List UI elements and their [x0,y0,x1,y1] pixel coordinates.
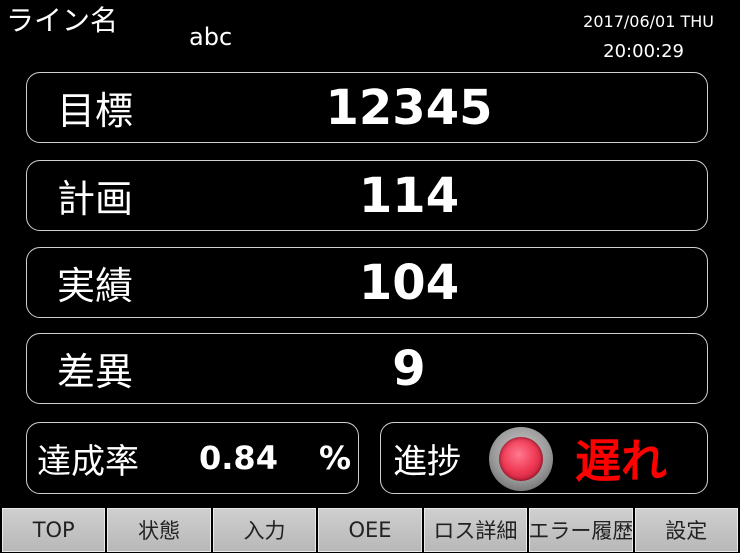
achievement-rate-panel: 達成率 0.84 % [26,422,359,494]
plan-value: 114 [358,167,460,224]
actual-value: 104 [358,254,460,311]
line-name-label: ライン名 [6,4,119,37]
plan-panel: 計画 114 [26,160,708,231]
achievement-rate-unit: % [319,439,352,477]
menu-button-status[interactable]: 状態 [107,508,211,552]
menu-button-error-history[interactable]: エラー履歴 [529,508,633,552]
target-value: 12345 [325,79,493,136]
date-display: 2017/06/01 THU [583,12,714,31]
actual-panel: 実績 104 [26,247,708,318]
difference-value: 9 [392,340,426,397]
status-lamp-icon [489,427,553,491]
achievement-rate-value: 0.84 [199,439,278,477]
progress-label: 進捗 [393,441,461,482]
menu-button-input[interactable]: 入力 [212,508,317,552]
time-display: 20:00:29 [603,41,684,62]
line-name-value: abc [189,23,233,51]
menu-button-top[interactable]: TOP [2,508,106,552]
progress-panel: 進捗 遅れ [380,422,708,494]
menu-button-settings[interactable]: 設定 [634,508,738,552]
target-panel: 目標 12345 [26,72,708,143]
menu-button-oee[interactable]: OEE [318,508,422,552]
difference-panel: 差異 9 [26,333,708,404]
progress-status: 遅れ [575,434,667,488]
achievement-rate-label: 達成率 [37,441,139,482]
bottom-menu-bar: TOP 状態 入力 OEE ロス詳細 エラー履歴 設定 [0,507,740,553]
menu-button-loss-details[interactable]: ロス詳細 [423,508,528,552]
